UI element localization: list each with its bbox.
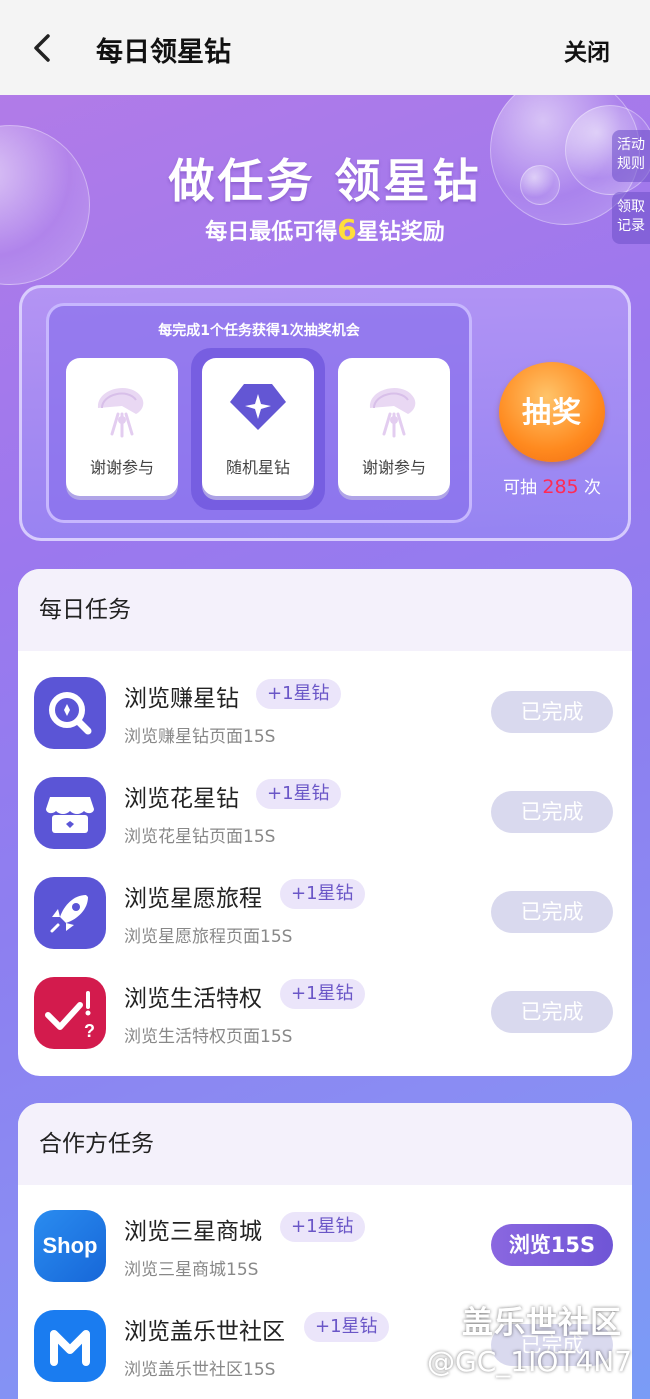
check-question-icon: ? <box>34 977 106 1049</box>
task-status-button[interactable]: 已完成 <box>491 691 613 733</box>
search-coin-icon <box>34 677 106 749</box>
task-row: 浏览花星钻 +1星钻 浏览花星钻页面15S 已完成 <box>18 767 632 867</box>
thanks-icon <box>369 387 416 438</box>
prize-card[interactable]: 谢谢参与 <box>66 358 178 496</box>
task-row: 浏览赚星钻 +1星钻 浏览赚星钻页面15S 已完成 <box>18 667 632 767</box>
task-subtitle: 浏览星愿旅程页面15S <box>124 927 293 947</box>
task-row: ? 浏览生活特权 +1星钻 浏览生活特权页面15S 已完成 <box>18 967 632 1067</box>
partner-tasks-title: 合作方任务 <box>18 1103 632 1185</box>
top-bar: 每日领星钻 关闭 <box>0 0 650 95</box>
draw-button[interactable]: 抽奖 <box>499 362 605 462</box>
draw-count-prefix: 可抽 <box>502 478 537 498</box>
watermark-text: 盖乐世社区 <box>462 1305 622 1341</box>
prize-card[interactable]: 随机星钻 <box>202 358 314 496</box>
draw-count: 可抽 285 次 <box>480 473 624 498</box>
members-icon <box>34 1310 106 1382</box>
task-status-button[interactable]: 已完成 <box>491 791 613 833</box>
hero-sub-number: 6 <box>337 213 357 246</box>
draw-count-value: 285 <box>542 476 579 498</box>
draw-count-suffix: 次 <box>584 478 602 498</box>
svg-text:?: ? <box>84 1021 95 1041</box>
prize-label: 谢谢参与 <box>361 458 426 477</box>
task-row: 浏览星愿旅程 +1星钻 浏览星愿旅程页面15S 已完成 <box>18 867 632 967</box>
reward-badge: +1星钻 <box>256 779 341 809</box>
hero-sub-suffix: 星钻奖励 <box>356 220 445 245</box>
thanks-icon <box>97 387 144 438</box>
prize-card[interactable]: 谢谢参与 <box>338 358 450 496</box>
rocket-icon <box>34 877 106 949</box>
task-title: 浏览三星商城 <box>124 1219 262 1245</box>
task-status-button[interactable]: 已完成 <box>491 991 613 1033</box>
hero-subtitle: 每日最低可得6星钻奖励 <box>0 213 650 246</box>
task-subtitle: 浏览盖乐世社区15S <box>124 1360 276 1380</box>
task-title: 浏览星愿旅程 <box>124 886 262 912</box>
reward-badge: +1星钻 <box>304 1312 389 1342</box>
daily-tasks-title: 每日任务 <box>18 569 632 651</box>
hero-sub-prefix: 每日最低可得 <box>205 220 338 245</box>
task-subtitle: 浏览生活特权页面15S <box>124 1027 293 1047</box>
task-title: 浏览赚星钻 <box>124 686 239 712</box>
shop-icon-label: Shop <box>42 1233 98 1258</box>
task-subtitle: 浏览花星钻页面15S <box>124 827 276 847</box>
prize-label: 谢谢参与 <box>89 458 154 477</box>
back-icon[interactable] <box>28 28 58 68</box>
close-button[interactable]: 关闭 <box>564 33 610 67</box>
task-title: 浏览盖乐世社区 <box>124 1319 285 1345</box>
task-status-button[interactable]: 已完成 <box>491 891 613 933</box>
task-subtitle: 浏览赚星钻页面15S <box>124 727 276 747</box>
browse-button[interactable]: 浏览15S <box>491 1224 613 1266</box>
watermark-handle: @GC_1IOT4N7 <box>427 1345 633 1378</box>
shop-icon: Shop <box>34 1210 106 1282</box>
reward-badge: +1星钻 <box>280 979 365 1009</box>
task-subtitle: 浏览三星商城15S <box>124 1260 259 1280</box>
daily-tasks-card: 每日任务 浏览赚星钻 +1星钻 浏览赚星钻页面15S 已完成 浏览花星钻 +1星… <box>18 569 632 1076</box>
task-title: 浏览生活特权 <box>124 986 262 1012</box>
hero-title: 做任务 领星钻 <box>168 154 482 208</box>
page-title: 每日领星钻 <box>96 37 231 68</box>
store-icon <box>34 777 106 849</box>
task-row: Shop 浏览三星商城 +1星钻 浏览三星商城15S 浏览15S <box>18 1200 632 1300</box>
diamond-icon <box>230 384 286 430</box>
reward-badge: +1星钻 <box>280 879 365 909</box>
prize-label: 随机星钻 <box>225 458 290 477</box>
reward-badge: +1星钻 <box>256 679 341 709</box>
task-title: 浏览花星钻 <box>124 786 239 812</box>
lottery-caption: 每完成1个任务获得1次抽奖机会 <box>158 323 360 339</box>
reward-badge: +1星钻 <box>280 1212 365 1242</box>
